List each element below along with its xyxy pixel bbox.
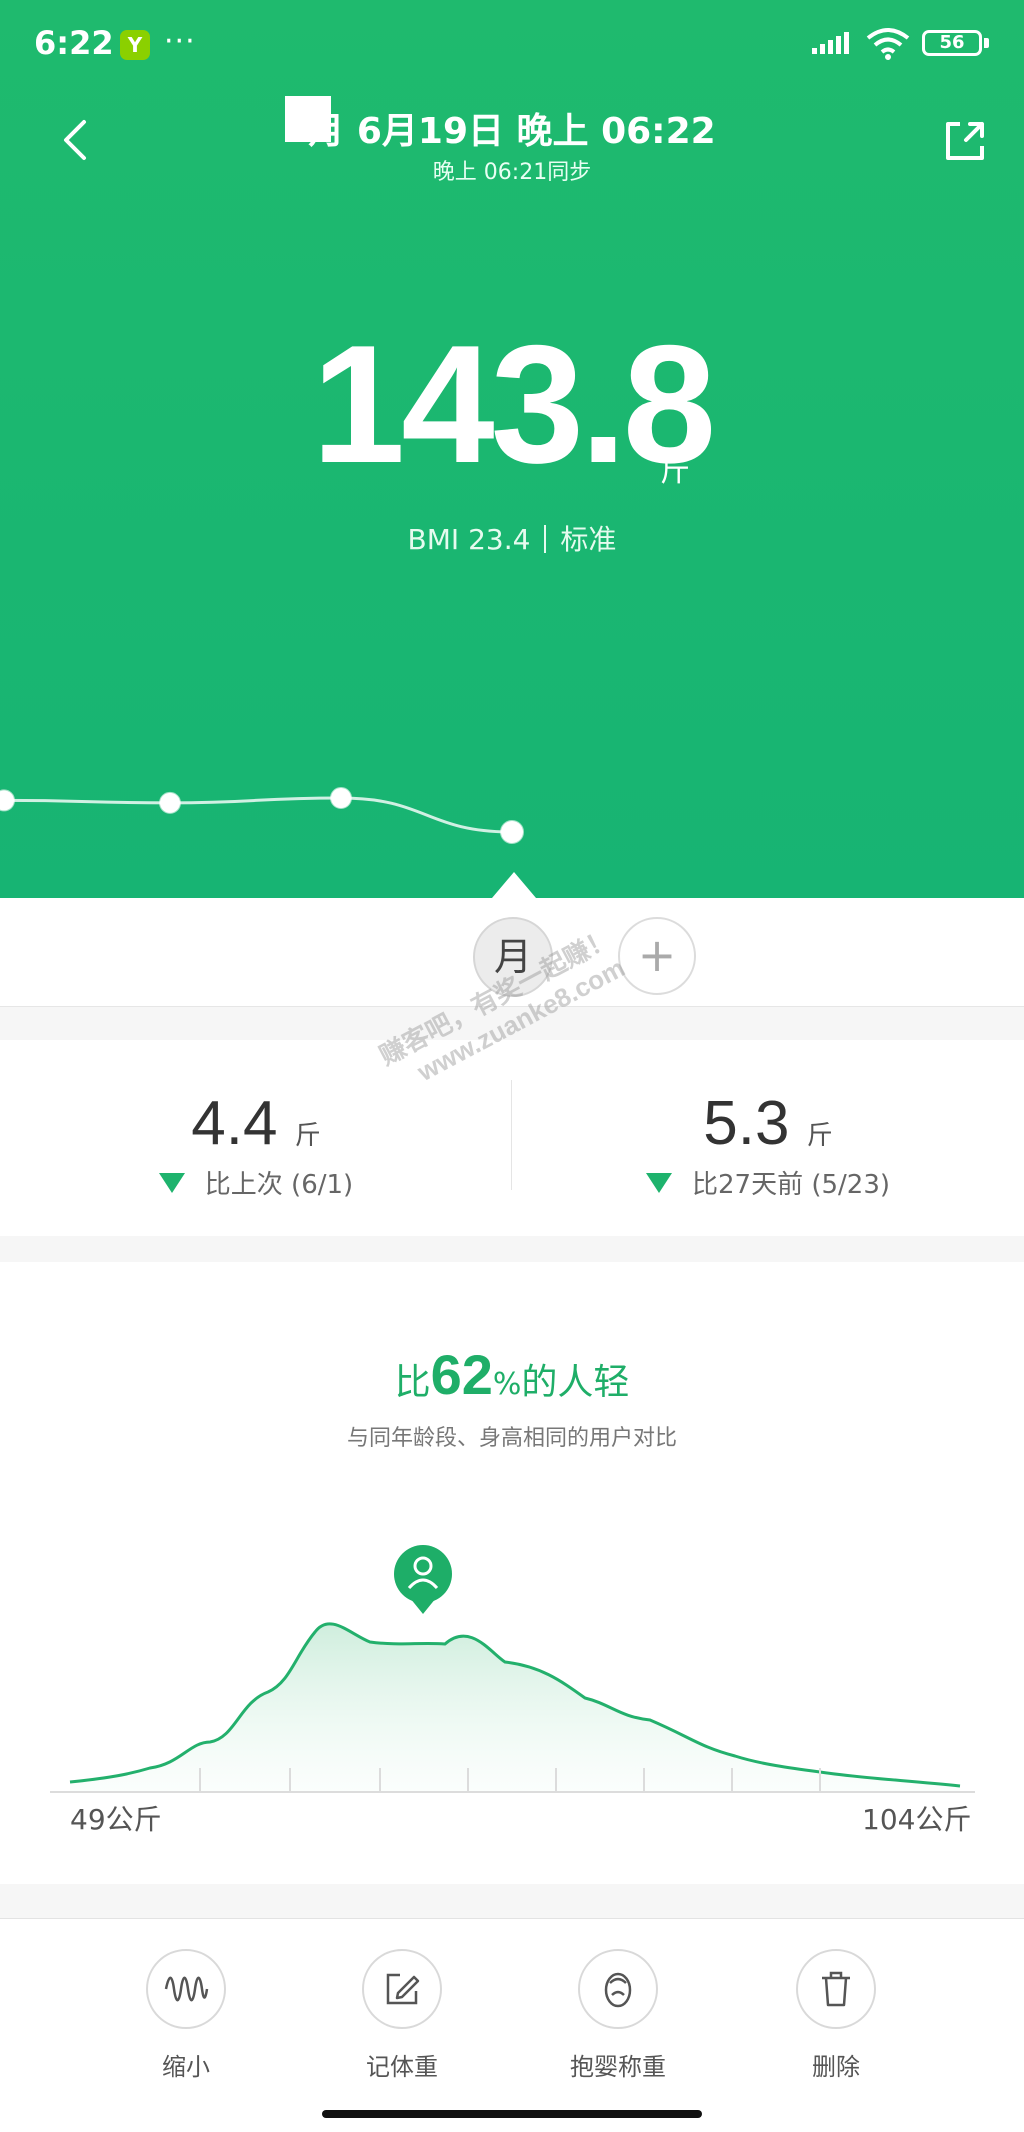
comparison-percent: 62	[430, 1343, 493, 1406]
signal-icon	[812, 32, 849, 54]
baby-icon	[604, 1972, 632, 2008]
bmi-line: BMI 23.4 标准	[0, 518, 1024, 558]
weight-distribution-chart	[50, 1545, 975, 1793]
change-unit: 斤	[294, 1120, 321, 1150]
user-position-marker	[394, 1545, 452, 1614]
axis-max-label: 104公斤	[862, 1803, 972, 1836]
record-weight-button[interactable]: 记体重	[332, 1949, 472, 2082]
sync-time: 晚上 06:21同步	[432, 160, 592, 185]
zoom-out-button[interactable]: 缩小	[116, 1949, 256, 2082]
down-arrow-icon	[645, 1173, 672, 1193]
more-notifications-icon: ···	[164, 24, 196, 59]
battery-icon: 56	[922, 30, 982, 56]
page-title: 月 6月19日 晚上 06:22	[308, 111, 716, 152]
down-arrow-icon	[158, 1173, 185, 1193]
comparison-suffix: 的人轻	[521, 1362, 630, 1403]
comparison-percent-sign: %	[492, 1367, 522, 1402]
edit-icon	[386, 1973, 420, 2005]
app-notification-icon: Y	[120, 30, 150, 60]
trend-point-prev-2[interactable]	[159, 791, 181, 814]
change-description: 比上次 (6/1)	[0, 1164, 512, 1201]
distribution-area	[70, 1623, 960, 1792]
change-label: 比上次 (6/1)	[204, 1170, 354, 1200]
bmi-separator	[544, 525, 547, 553]
trend-point-prev-3[interactable]	[0, 789, 15, 812]
bmi-value: BMI 23.4	[407, 523, 531, 556]
trend-point-current[interactable]	[500, 820, 524, 844]
status-time: 6:22	[34, 24, 114, 62]
change-number: 5.3	[703, 1089, 790, 1158]
comparison-subtitle: 与同年龄段、身高相同的用户对比	[346, 1426, 677, 1451]
change-description: 比27天前 (5/23)	[512, 1164, 1024, 1201]
delete-button[interactable]: 删除	[766, 1949, 906, 2082]
tool-label: 抱婴称重	[570, 2053, 666, 2081]
tool-circle	[362, 1949, 442, 2029]
tool-label: 缩小	[162, 2053, 210, 2081]
change-since-27-days: 5.3 斤 比27天前 (5/23)	[512, 1040, 1024, 1236]
selected-point-pointer	[492, 872, 536, 898]
tool-circle	[146, 1949, 226, 2029]
axis-min-label: 49公斤	[70, 1803, 162, 1836]
weight-value: 143.8	[311, 310, 716, 498]
peer-comparison-card: 比62%的人轻 与同年龄段、身高相同的用户对比 49公斤 104公斤	[0, 1262, 1024, 1884]
tool-label: 删除	[812, 2053, 860, 2081]
trend-point-prev-1[interactable]	[330, 787, 352, 809]
change-unit: 斤	[806, 1120, 833, 1150]
weight-unit: 斤	[660, 454, 690, 489]
trend-line	[3, 796, 513, 834]
change-value: 5.3 斤	[512, 1088, 1024, 1159]
tool-circle	[796, 1949, 876, 2029]
wifi-icon	[866, 28, 910, 60]
change-label: 比27天前 (5/23)	[691, 1170, 891, 1200]
weight-hero: 6:22 Y ··· 56 月 6月19日 晚上 06:22 晚上 06:21同…	[0, 0, 1024, 898]
battery-tip	[984, 38, 989, 48]
change-value: 4.4 斤	[0, 1088, 512, 1159]
comparison-prefix: 比	[394, 1362, 431, 1403]
change-number: 4.4	[191, 1089, 278, 1158]
weight-change-card: 4.4 斤 比上次 (6/1) 5.3 斤 比27天前 (5/23)	[0, 1040, 1024, 1236]
wave-icon	[164, 1976, 209, 2002]
add-period-button[interactable]: +	[618, 917, 696, 995]
tool-label: 记体重	[366, 2053, 438, 2081]
trash-icon	[822, 1971, 850, 2007]
bmi-status: 标准	[560, 523, 617, 556]
bottom-toolbar: 缩小 记体重 抱婴称重 删除	[0, 1918, 1024, 2132]
comparison-title: 比62%的人轻	[0, 1342, 1024, 1407]
home-indicator	[322, 2110, 702, 2118]
status-bar: 6:22 Y ··· 56	[0, 0, 1024, 90]
tool-circle	[578, 1949, 658, 2029]
baby-weighing-button[interactable]: 抱婴称重	[548, 1949, 688, 2082]
